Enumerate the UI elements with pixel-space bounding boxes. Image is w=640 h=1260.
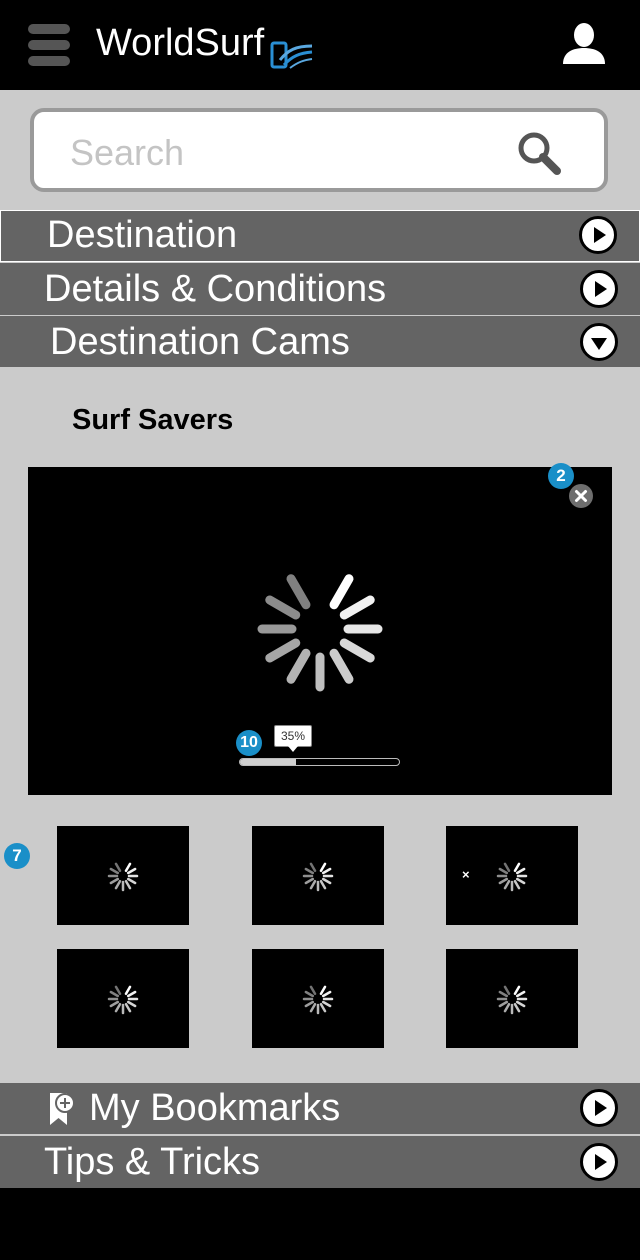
progress-bar-fill [240,759,296,765]
user-profile-icon[interactable] [560,22,608,66]
hamburger-menu-icon[interactable] [28,24,70,66]
bottom-bar [0,1188,640,1260]
annotation-badge: 7 [4,843,30,869]
expand-arrow-icon[interactable] [579,216,617,254]
bookmark-add-icon [50,1093,75,1125]
accordion-destination[interactable]: Destination [0,210,640,262]
loading-spinner-icon [257,574,383,692]
camera-thumbnail[interactable] [252,826,384,925]
app-title: WorldSurf [96,22,265,64]
expand-arrow-icon[interactable] [580,1089,618,1127]
camera-thumbnail[interactable] [446,949,578,1048]
search-bar [30,108,608,192]
accordion-cams-label: Destination Cams [50,321,350,363]
close-icon[interactable] [569,484,593,508]
accordion-my-bookmarks[interactable]: My Bookmarks [0,1083,640,1134]
accordion-tips-tricks[interactable]: Tips & Tricks [0,1136,640,1188]
progress-tooltip: 35% [274,725,312,752]
camera-thumbnail[interactable] [252,949,384,1048]
expand-arrow-icon[interactable] [580,1143,618,1181]
accordion-destination-label: Destination [47,214,238,256]
accordion-destination-cams[interactable]: Destination Cams [0,316,640,367]
accordion-bookmarks-label: My Bookmarks [89,1087,341,1129]
section-title: Surf Savers [72,404,234,436]
accordion-tips-label: Tips & Tricks [44,1141,261,1183]
accordion-details-label: Details & Conditions [44,268,387,310]
close-icon[interactable]: × [462,868,470,881]
expand-arrow-icon[interactable] [580,270,618,308]
main-camera-view[interactable] [28,467,612,795]
camera-thumbnail[interactable]: × [446,826,578,925]
progress-bar [239,758,400,766]
camera-thumbnail[interactable] [57,949,189,1048]
search-input[interactable] [68,130,492,176]
search-icon[interactable] [516,130,562,176]
collapse-arrow-icon[interactable] [580,323,618,361]
camera-thumbnail[interactable] [57,826,189,925]
accordion-details-conditions[interactable]: Details & Conditions [0,263,640,315]
phone-wave-logo-icon [270,41,313,69]
annotation-badge: 10 [236,730,262,756]
app-header: WorldSurf [0,0,640,90]
